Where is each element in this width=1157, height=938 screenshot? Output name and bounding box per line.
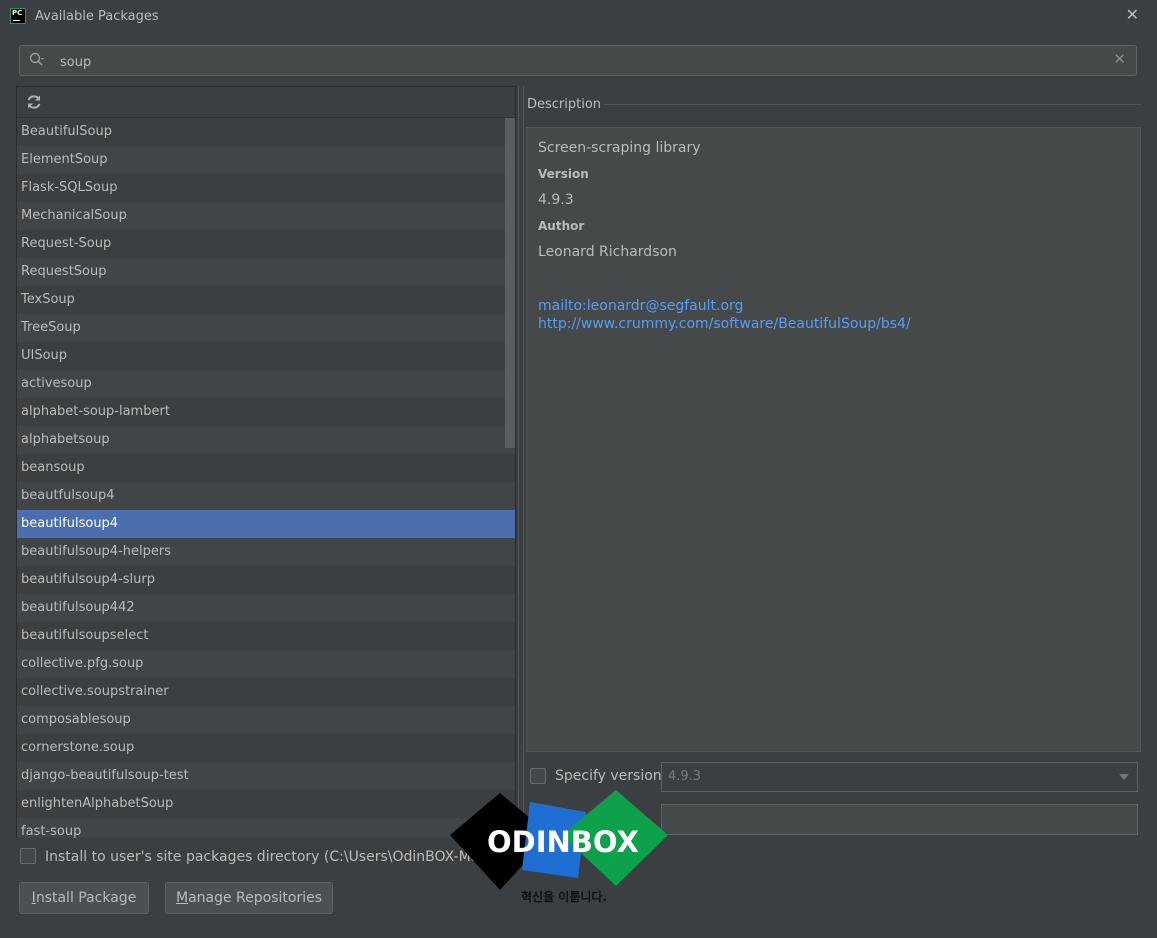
package-list-item[interactable]: cornerstone.soup bbox=[17, 734, 515, 762]
odinbox-logo-text: ODINBOX bbox=[487, 825, 639, 859]
package-list-item[interactable]: activesoup bbox=[17, 370, 515, 398]
package-list-item[interactable]: beautifulsoup4-helpers bbox=[17, 538, 515, 566]
specify-version-label: Specify version bbox=[555, 768, 662, 784]
odinbox-tagline: 혁신을 이룹니다. bbox=[521, 890, 608, 904]
package-list-item[interactable]: UISoup bbox=[17, 342, 515, 370]
package-list[interactable]: BeautifulSoup ElementSoup Flask-SQLSoup Mec… bbox=[17, 118, 515, 838]
package-list-item[interactable]: beautfulsoup4 bbox=[17, 482, 515, 510]
package-list-item[interactable]: enlightenAlphabetSoup bbox=[17, 790, 515, 818]
package-list-item[interactable]: beautifulsoupselect bbox=[17, 622, 515, 650]
package-list-panel: BeautifulSoup ElementSoup Flask-SQLSoup Mec… bbox=[16, 86, 516, 838]
homepage-link[interactable]: http://www.crummy.com/software/Beautiful… bbox=[538, 316, 911, 332]
author-label: Author bbox=[538, 219, 585, 233]
package-list-item[interactable]: Request-Soup bbox=[17, 230, 515, 258]
specify-version-checkbox[interactable] bbox=[530, 768, 546, 784]
version-select-value: 4.9.3 bbox=[668, 769, 702, 784]
search-icon bbox=[29, 52, 44, 66]
package-list-scrollbar[interactable] bbox=[505, 118, 515, 448]
package-list-item[interactable]: TreeSoup bbox=[17, 314, 515, 342]
package-list-item[interactable]: MechanicalSoup bbox=[17, 202, 515, 230]
package-list-item[interactable]: RequestSoup bbox=[17, 258, 515, 286]
install-to-user-checkbox[interactable] bbox=[20, 848, 36, 864]
email-link[interactable]: mailto:leonardr@segfault.org bbox=[538, 298, 743, 314]
package-list-item[interactable]: alphabetsoup bbox=[17, 426, 515, 454]
refresh-icon[interactable] bbox=[25, 93, 43, 111]
dialog-title: Available Packages bbox=[35, 9, 159, 24]
search-input[interactable] bbox=[58, 50, 1102, 74]
package-list-item[interactable]: django-beautifulsoup-test bbox=[17, 762, 515, 790]
package-summary: Screen-scraping library bbox=[538, 140, 701, 156]
package-list-item[interactable]: beansoup bbox=[17, 454, 515, 482]
package-list-item[interactable]: TexSoup bbox=[17, 286, 515, 314]
title-bar: PC Available Packages ✕ bbox=[0, 0, 1157, 34]
author-value: Leonard Richardson bbox=[538, 244, 677, 260]
version-label: Version bbox=[538, 167, 589, 181]
install-package-button[interactable]: Install Package bbox=[19, 882, 149, 914]
version-select[interactable]: 4.9.3 bbox=[661, 762, 1138, 792]
install-to-user-label: Install to user's site packages director… bbox=[45, 849, 475, 865]
chevron-down-icon bbox=[1119, 774, 1129, 780]
package-list-item[interactable]: beautifulsoup442 bbox=[17, 594, 515, 622]
package-list-item[interactable]: ElementSoup bbox=[17, 146, 515, 174]
package-list-item[interactable]: collective.pfg.soup bbox=[17, 650, 515, 678]
description-divider bbox=[604, 104, 1141, 105]
package-list-item[interactable]: BeautifulSoup bbox=[17, 118, 515, 146]
package-list-item[interactable]: alphabet-soup-lambert bbox=[17, 398, 515, 426]
package-list-item[interactable]: collective.soupstrainer bbox=[17, 678, 515, 706]
close-icon[interactable]: ✕ bbox=[1126, 5, 1139, 24]
package-list-item[interactable]: fast-soup bbox=[17, 818, 515, 838]
clear-search-icon[interactable]: ✕ bbox=[1113, 50, 1126, 68]
package-list-item[interactable]: beautifulsoup4-slurp bbox=[17, 566, 515, 594]
panel-splitter[interactable] bbox=[518, 86, 524, 836]
pycharm-app-icon: PC bbox=[10, 8, 26, 24]
package-list-item[interactable]: composablesoup bbox=[17, 706, 515, 734]
package-list-item[interactable]: beautifulsoup4 bbox=[17, 510, 515, 538]
manage-repositories-button[interactable]: Manage Repositories bbox=[165, 882, 333, 914]
description-box: Screen-scraping library Version 4.9.3 Au… bbox=[526, 127, 1141, 752]
options-input[interactable] bbox=[661, 804, 1138, 835]
version-value: 4.9.3 bbox=[538, 192, 574, 208]
package-list-item[interactable]: Flask-SQLSoup bbox=[17, 174, 515, 202]
description-label: Description bbox=[527, 97, 602, 112]
search-box[interactable]: ✕ bbox=[19, 45, 1137, 76]
list-toolbar bbox=[17, 87, 515, 118]
